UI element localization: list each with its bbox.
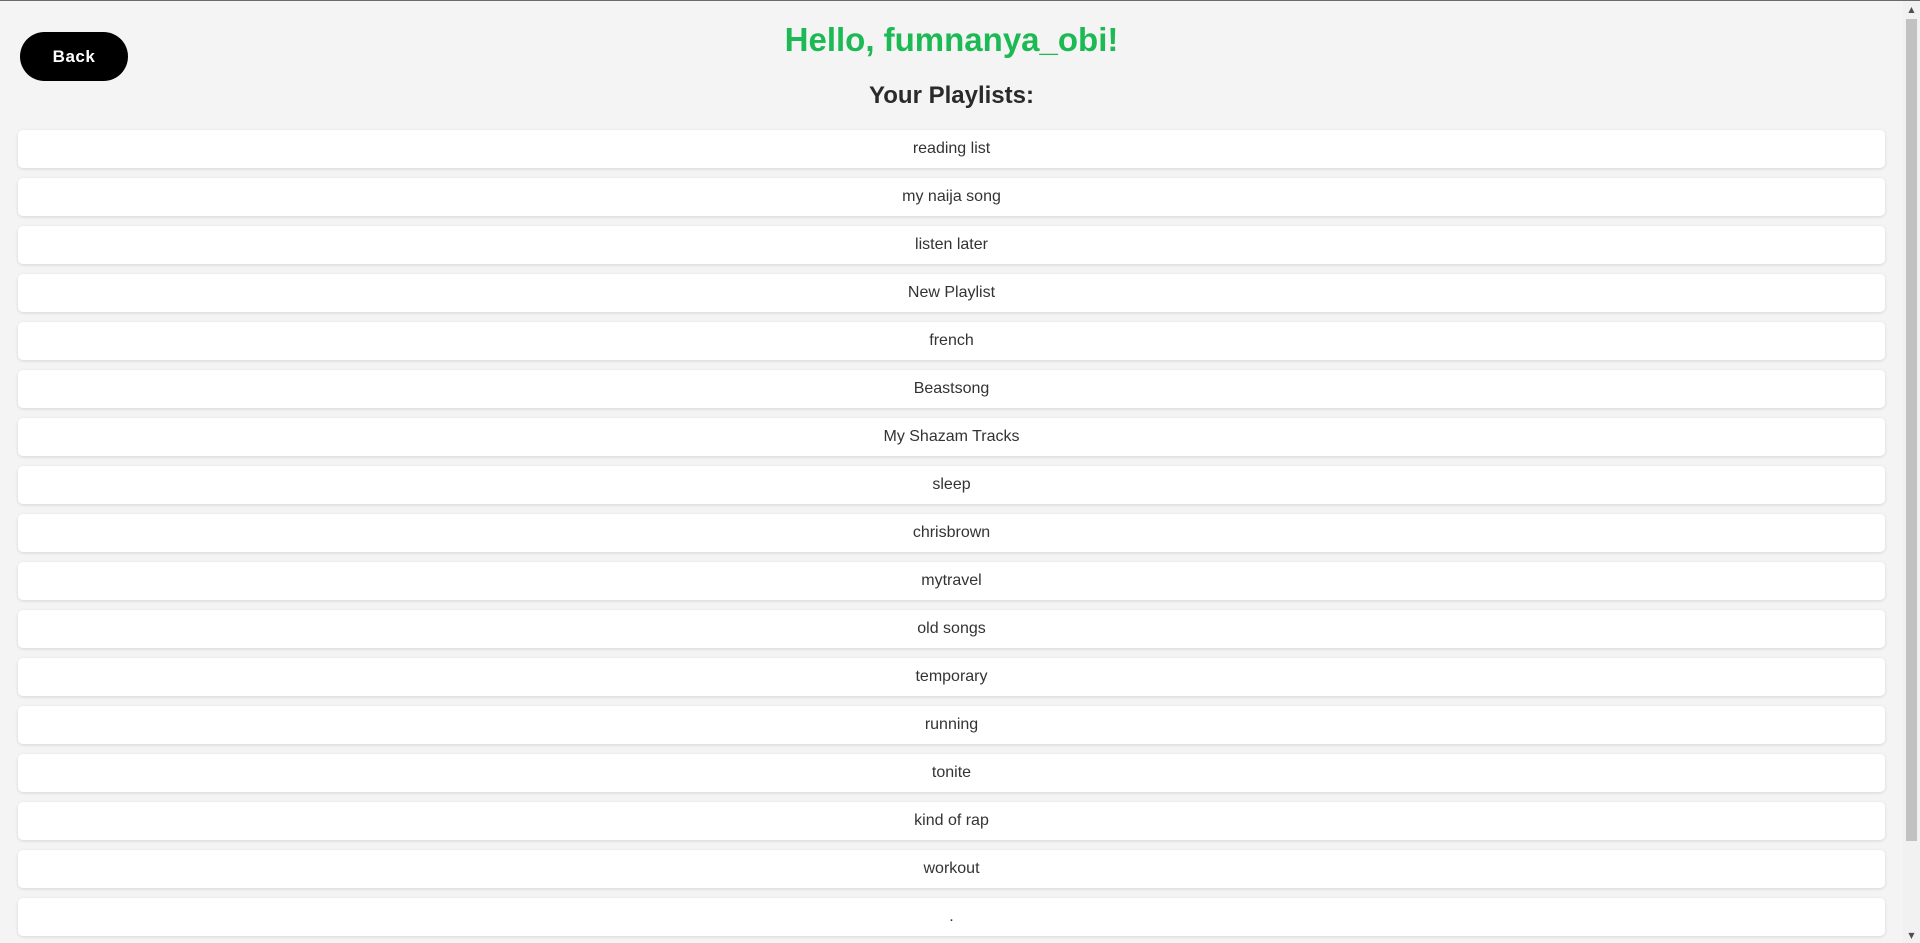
playlist-item[interactable]: . bbox=[18, 898, 1885, 936]
playlist-item[interactable]: running bbox=[18, 706, 1885, 744]
playlist-item[interactable]: temporary bbox=[18, 658, 1885, 696]
vertical-scrollbar[interactable]: ▲ ▼ bbox=[1903, 1, 1920, 943]
playlist-item[interactable]: workout bbox=[18, 850, 1885, 888]
playlists-heading: Your Playlists: bbox=[869, 82, 1034, 109]
playlist-item[interactable]: My Shazam Tracks bbox=[18, 418, 1885, 456]
playlist-item[interactable]: Beastsong bbox=[18, 370, 1885, 408]
page-content: Back Hello, fumnanya_obi! Your Playlists… bbox=[0, 1, 1903, 943]
scrollbar-thumb[interactable] bbox=[1906, 19, 1917, 841]
playlist-item[interactable]: reading list bbox=[18, 130, 1885, 168]
playlist-item[interactable]: listen later bbox=[18, 226, 1885, 264]
playlist-item[interactable]: kind of rap bbox=[18, 802, 1885, 840]
playlist-item[interactable]: old songs bbox=[18, 610, 1885, 648]
playlist-item[interactable]: sleep bbox=[18, 466, 1885, 504]
playlist-item[interactable]: mytravel bbox=[18, 562, 1885, 600]
scroll-up-arrow-icon[interactable]: ▲ bbox=[1903, 1, 1920, 18]
playlist-item[interactable]: tonite bbox=[18, 754, 1885, 792]
browser-viewport: Back Hello, fumnanya_obi! Your Playlists… bbox=[0, 0, 1920, 943]
playlist-list: reading list my naija song listen later … bbox=[18, 130, 1885, 943]
playlist-item[interactable]: my naija song bbox=[18, 178, 1885, 216]
scroll-down-arrow-icon[interactable]: ▼ bbox=[1903, 927, 1920, 943]
playlist-item[interactable]: New Playlist bbox=[18, 274, 1885, 312]
greeting-title: Hello, fumnanya_obi! bbox=[784, 21, 1119, 58]
playlist-item[interactable]: chrisbrown bbox=[18, 514, 1885, 552]
playlist-item[interactable]: french bbox=[18, 322, 1885, 360]
